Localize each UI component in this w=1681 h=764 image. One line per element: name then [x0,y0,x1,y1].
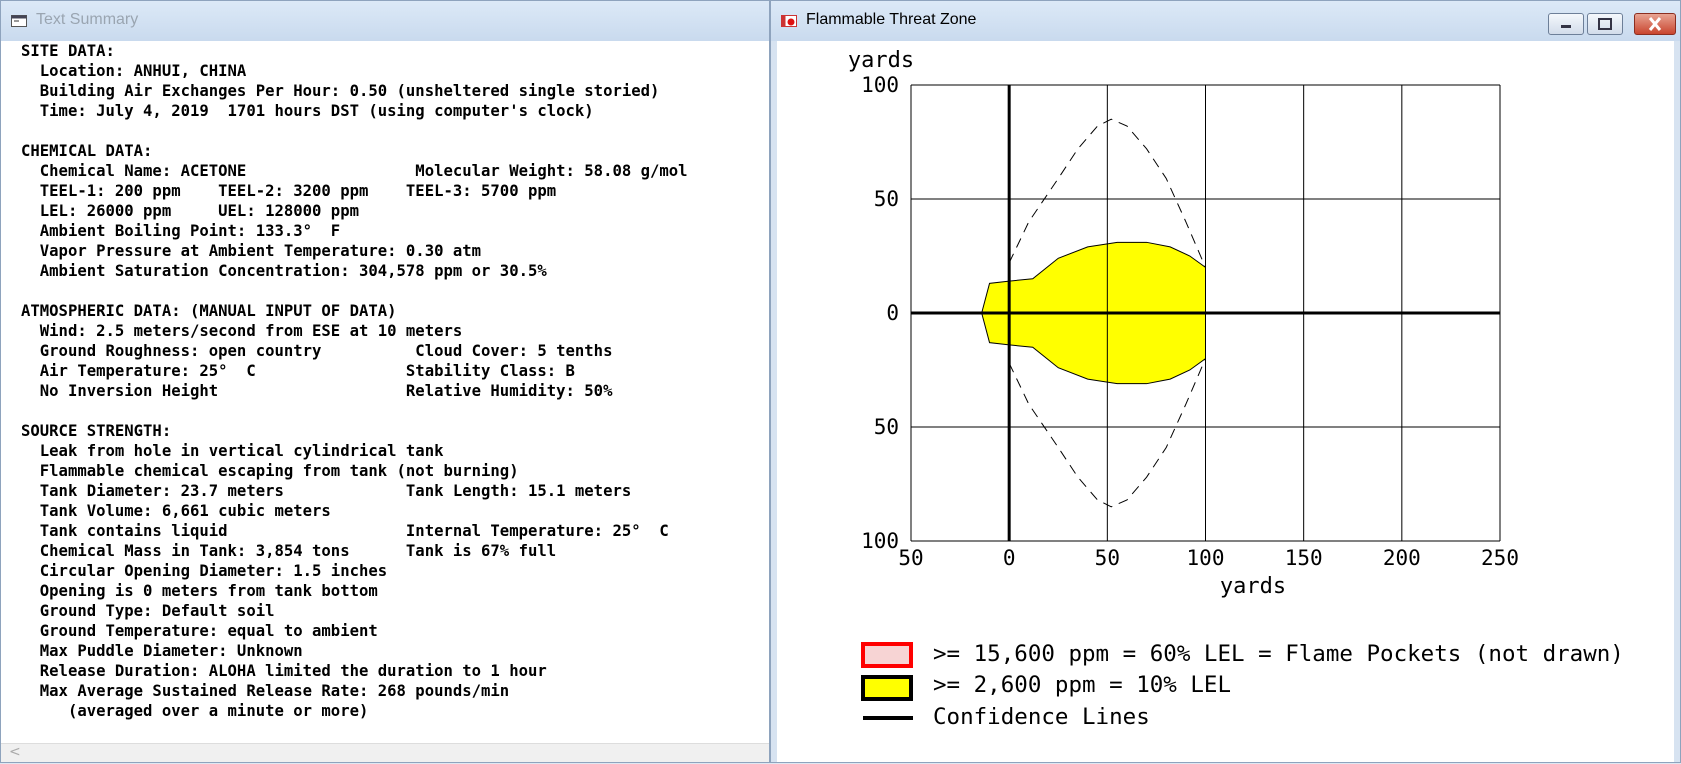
title-bar[interactable]: Flammable Threat Zone [771,1,1680,41]
window-title: Text Summary [36,11,139,28]
minimize-icon [1561,25,1571,28]
horizontal-scrollbar[interactable]: < [1,743,769,762]
scroll-left-arrow-icon[interactable]: < [9,744,21,760]
y-tick-label: 100 [861,529,899,553]
maximize-icon [1598,18,1612,30]
close-button[interactable] [1634,13,1676,35]
flammable-threat-zone-window: Flammable Threat Zone yards yards 100 50 0… [770,0,1681,763]
x-unit-label: yards [1220,574,1286,599]
maximize-button[interactable] [1587,13,1623,35]
minimize-button[interactable] [1548,13,1584,35]
window-title: Flammable Threat Zone [806,11,977,28]
x-tick-label: 250 [1481,546,1519,570]
y-unit-label: yards [848,48,914,73]
x-tick-label: 0 [1003,546,1016,570]
legend-label-confidence-lines: Confidence Lines [933,704,1150,730]
x-tick-label: 100 [1187,546,1225,570]
x-tick-label: 200 [1383,546,1421,570]
summary-text: SITE DATA: Location: ANHUI, CHINA Buildi… [21,42,688,720]
close-icon [1648,17,1662,31]
x-tick-label: 50 [898,546,923,570]
x-tick-label: 150 [1285,546,1323,570]
legend-swatch-lel10 [861,675,913,701]
title-bar[interactable]: Text Summary [1,1,769,41]
text-summary-window: Text Summary SITE DATA: Location: ANHUI,… [0,0,770,763]
y-tick-label: 50 [874,415,899,439]
legend-label-flame-pockets: >= 15,600 ppm = 60% LEL = Flame Pockets … [933,641,1624,667]
window-app-icon [11,15,27,27]
legend-swatch-flame-pockets [861,642,913,668]
y-tick-label: 50 [874,187,899,211]
window-app-icon [781,15,797,27]
x-tick-label: 50 [1095,546,1120,570]
y-tick-label: 0 [886,301,899,325]
legend-label-lel10: >= 2,600 ppm = 10% LEL [933,672,1232,698]
y-tick-label: 100 [861,73,899,97]
